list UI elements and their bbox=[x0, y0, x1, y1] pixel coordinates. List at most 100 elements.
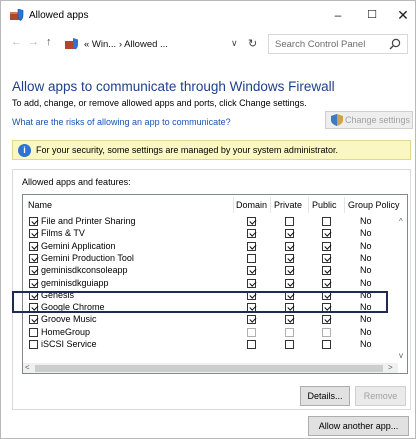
horizontal-scrollbar[interactable]: < > bbox=[23, 363, 398, 373]
private-checkbox[interactable] bbox=[285, 253, 294, 263]
public-checkbox[interactable] bbox=[322, 266, 331, 276]
group-policy-value: No bbox=[360, 265, 372, 276]
close-button[interactable]: ✕ bbox=[388, 5, 416, 25]
scroll-thumb[interactable] bbox=[400, 229, 406, 315]
apps-list[interactable]: Name Domain Private Public Group Policy … bbox=[22, 194, 408, 374]
table-row[interactable]: Films & TV No bbox=[23, 228, 397, 240]
column-group-policy[interactable]: Group Policy bbox=[348, 200, 400, 210]
private-checkbox[interactable] bbox=[285, 340, 294, 349]
search-input[interactable]: Search Control Panel bbox=[268, 34, 408, 54]
public-checkbox[interactable] bbox=[322, 241, 331, 251]
uac-shield-icon bbox=[331, 114, 343, 126]
table-row[interactable]: Gemini Application No bbox=[23, 241, 397, 253]
group-policy-value: No bbox=[360, 228, 372, 239]
domain-checkbox[interactable] bbox=[247, 340, 256, 349]
search-icon[interactable] bbox=[389, 38, 401, 50]
banner-text: For your security, some settings are man… bbox=[36, 145, 338, 155]
address-bar[interactable]: « Win... › Allowed ... ∨ ↻ bbox=[63, 34, 263, 54]
navigation-bar: ← → ↑ « Win... › Allowed ... ∨ ↻ Search … bbox=[1, 32, 415, 56]
enable-checkbox[interactable] bbox=[29, 217, 38, 226]
enable-checkbox[interactable] bbox=[29, 327, 38, 337]
group-policy-value: No bbox=[360, 216, 372, 226]
search-placeholder: Search Control Panel bbox=[275, 39, 366, 50]
public-checkbox[interactable] bbox=[322, 327, 331, 337]
column-divider[interactable] bbox=[233, 197, 234, 213]
column-domain[interactable]: Domain bbox=[236, 200, 267, 210]
back-arrow-icon[interactable]: ← bbox=[11, 36, 22, 48]
allow-another-app-button[interactable]: Allow another app... bbox=[308, 416, 409, 436]
column-public[interactable]: Public bbox=[312, 200, 337, 210]
group-policy-value: No bbox=[360, 240, 372, 251]
enable-checkbox[interactable] bbox=[29, 278, 38, 288]
domain-checkbox[interactable] bbox=[247, 315, 256, 325]
private-checkbox[interactable] bbox=[285, 229, 294, 239]
private-checkbox[interactable] bbox=[285, 327, 294, 337]
group-policy-value: No bbox=[360, 339, 372, 349]
remove-button[interactable]: Remove bbox=[355, 386, 406, 406]
enable-checkbox[interactable] bbox=[29, 253, 38, 263]
private-checkbox[interactable] bbox=[285, 266, 294, 276]
allowed-apps-group: Allowed apps and features: Name Domain P… bbox=[12, 169, 411, 410]
private-checkbox[interactable] bbox=[285, 241, 294, 251]
details-button[interactable]: Details... bbox=[300, 386, 350, 406]
list-header: Name Domain Private Public Group Policy bbox=[23, 195, 407, 215]
column-divider[interactable] bbox=[270, 197, 271, 213]
enable-checkbox[interactable] bbox=[29, 340, 38, 349]
domain-checkbox[interactable] bbox=[247, 278, 256, 288]
scroll-down-icon[interactable]: v bbox=[399, 351, 403, 360]
risks-link[interactable]: What are the risks of allowing an app to… bbox=[12, 117, 231, 127]
public-checkbox[interactable] bbox=[322, 217, 331, 226]
public-checkbox[interactable] bbox=[322, 340, 331, 349]
column-private[interactable]: Private bbox=[274, 200, 302, 210]
app-name: Gemini Production Tool bbox=[41, 252, 134, 263]
vertical-scrollbar[interactable]: ^ v bbox=[398, 215, 407, 364]
scroll-up-icon[interactable]: ^ bbox=[399, 217, 403, 226]
app-name: geminisdkconsoleapp bbox=[41, 265, 128, 276]
column-divider[interactable] bbox=[308, 197, 309, 213]
enable-checkbox[interactable] bbox=[29, 241, 38, 251]
page-subtitle: To add, change, or remove allowed apps a… bbox=[12, 98, 307, 108]
domain-checkbox[interactable] bbox=[247, 229, 256, 239]
maximize-button[interactable]: ☐ bbox=[357, 5, 387, 25]
column-divider[interactable] bbox=[344, 197, 345, 213]
table-row[interactable]: iSCSI Service No bbox=[23, 339, 397, 351]
change-settings-button[interactable]: Change settings bbox=[325, 111, 413, 129]
private-checkbox[interactable] bbox=[285, 278, 294, 288]
domain-checkbox[interactable] bbox=[247, 217, 256, 226]
minimize-button[interactable]: – bbox=[323, 5, 353, 25]
column-name[interactable]: Name bbox=[28, 200, 52, 210]
domain-checkbox[interactable] bbox=[247, 241, 256, 251]
refresh-icon[interactable]: ↻ bbox=[248, 37, 257, 50]
enable-checkbox[interactable] bbox=[29, 229, 38, 239]
scroll-thumb-horizontal[interactable] bbox=[35, 365, 383, 372]
enable-checkbox[interactable] bbox=[29, 315, 38, 325]
public-checkbox[interactable] bbox=[322, 253, 331, 263]
scroll-left-icon[interactable]: < bbox=[25, 363, 30, 372]
forward-arrow-icon[interactable]: → bbox=[28, 36, 39, 48]
control-panel-icon bbox=[65, 38, 78, 50]
breadcrumb[interactable]: « Win... › Allowed ... bbox=[84, 39, 168, 50]
public-checkbox[interactable] bbox=[322, 278, 331, 288]
table-row[interactable]: File and Printer Sharing No bbox=[23, 216, 397, 228]
table-row[interactable]: geminisdkguiapp No bbox=[23, 278, 397, 290]
private-checkbox[interactable] bbox=[285, 315, 294, 325]
scroll-right-icon[interactable]: > bbox=[388, 363, 393, 372]
public-checkbox[interactable] bbox=[322, 315, 331, 325]
table-row[interactable]: HomeGroup No bbox=[23, 327, 397, 339]
chevron-down-icon[interactable]: ∨ bbox=[231, 38, 238, 49]
group-policy-value: No bbox=[360, 277, 372, 288]
table-row[interactable]: Groove Music No bbox=[23, 314, 397, 326]
table-row[interactable]: Gemini Production Tool No bbox=[23, 253, 397, 265]
private-checkbox[interactable] bbox=[285, 217, 294, 226]
info-icon: i bbox=[18, 144, 31, 157]
domain-checkbox[interactable] bbox=[247, 327, 256, 337]
domain-checkbox[interactable] bbox=[247, 266, 256, 276]
group-policy-value: No bbox=[360, 326, 372, 337]
public-checkbox[interactable] bbox=[322, 229, 331, 239]
table-row[interactable]: geminisdkconsoleapp No bbox=[23, 265, 397, 277]
domain-checkbox[interactable] bbox=[247, 253, 256, 263]
group-policy-value: No bbox=[360, 252, 372, 263]
app-name: geminisdkguiapp bbox=[41, 277, 109, 288]
up-arrow-icon[interactable]: ↑ bbox=[46, 36, 52, 48]
enable-checkbox[interactable] bbox=[29, 266, 38, 276]
